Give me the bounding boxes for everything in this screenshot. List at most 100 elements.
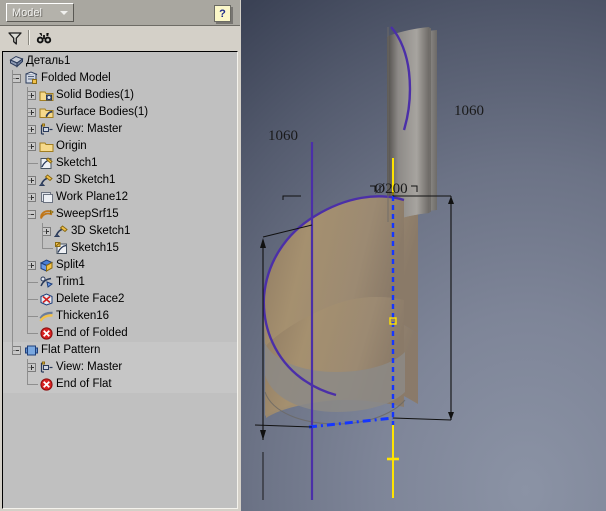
surface-bodies-folder-icon [39, 105, 54, 120]
thicken-icon [39, 309, 54, 324]
tree-connector [42, 248, 53, 249]
tree-item-label: Sketch15 [71, 242, 119, 254]
tree-item-3d-sketch1[interactable]: 3D Sketch1 [3, 223, 237, 240]
tree-connector [42, 231, 46, 232]
tree-connector [27, 299, 38, 300]
tree-connector [27, 180, 31, 181]
folded-model-icon [24, 71, 39, 86]
feature-tree: Деталь1 Folded Model Solid Bodies(1) Surfac… [3, 52, 237, 393]
height-dimension-left-text: 1060 [268, 128, 298, 144]
tree-connector [12, 78, 16, 79]
tree-item-label: Thicken16 [56, 310, 110, 322]
sketch-consumed-icon [54, 241, 69, 256]
tree-item-label: Origin [56, 140, 87, 152]
browser-titlebar: Model ? [0, 0, 240, 26]
tree-item-delete-face2[interactable]: Delete Face2 [3, 291, 237, 308]
tree-item-work-plane12[interactable]: Work Plane12 [3, 189, 237, 206]
toolbar-divider [28, 30, 30, 45]
sketch3d-icon [39, 173, 54, 188]
sweep-surface-icon [39, 207, 54, 222]
tree-item-solid-bodies-1[interactable]: Solid Bodies(1) [3, 87, 237, 104]
dim-right-lower-witness [392, 417, 452, 421]
binoculars-find-icon[interactable] [35, 30, 53, 46]
view-master-icon [39, 360, 54, 375]
tree-item-label: Flat Pattern [41, 344, 101, 356]
end-of-part-icon [39, 377, 54, 392]
height-dimension-right-text: 1060 [454, 103, 484, 119]
tree-item-trim1[interactable]: Trim1 [3, 274, 237, 291]
lower-cylinder-section [259, 255, 261, 295]
tree-item-sweepsrf15[interactable]: SweepSrf15 [3, 206, 237, 223]
tree-item-split4[interactable]: Split4 [3, 257, 237, 274]
tree-item-thicken16[interactable]: Thicken16 [3, 308, 237, 325]
panel-selector-combo[interactable]: Model [6, 3, 74, 22]
tree-connector [27, 129, 31, 130]
3d-viewport[interactable]: Ø200 1060 1060 [241, 0, 606, 511]
end-of-part-icon [39, 326, 54, 341]
browser-toolbar [0, 26, 240, 50]
tree-item-label: End of Folded [56, 327, 128, 339]
feature-tree-scroll-area[interactable]: Деталь1 Folded Model Solid Bodies(1) Surfac… [2, 51, 238, 509]
sketch-icon [39, 156, 54, 171]
tree-connector [27, 112, 31, 113]
part-document-icon [9, 54, 24, 69]
tree-connector [42, 223, 43, 249]
tree-item-label: Split4 [56, 259, 85, 271]
tree-item-label: View: Master [56, 123, 123, 135]
tree-connector [27, 197, 31, 198]
sketch3d-icon [54, 224, 69, 239]
tree-item-flat-pattern[interactable]: Flat Pattern [3, 342, 237, 359]
tree-item-label: 3D Sketch1 [71, 225, 131, 237]
tree-connector [27, 367, 31, 368]
tree-connector [27, 265, 31, 266]
tree-item-label: Solid Bodies(1) [56, 89, 134, 101]
help-button[interactable]: ? [214, 5, 231, 22]
tree-connector [27, 87, 28, 334]
tree-item-label: End of Flat [56, 378, 112, 390]
tree-item-label: Work Plane12 [56, 191, 129, 203]
tree-item-label: Деталь1 [26, 55, 71, 67]
tree-item-end-of-folded[interactable]: End of Folded [3, 325, 237, 342]
delete-face-icon [39, 292, 54, 307]
tree-item-origin[interactable]: Origin [3, 138, 237, 155]
work-plane-icon [39, 190, 54, 205]
tree-item-folded-model[interactable]: Folded Model [3, 70, 237, 87]
application-window: Model ? Деталь1 Folded Model Solid Bodie… [0, 0, 606, 511]
tree-connector [27, 282, 38, 283]
tree-item-label: Trim1 [56, 276, 85, 288]
tree-item-деталь1[interactable]: Деталь1 [3, 53, 237, 70]
tree-connector [27, 146, 31, 147]
tree-connector [12, 70, 13, 351]
tree-item-label: Folded Model [41, 72, 111, 84]
dim-diameter-bracket-left [282, 195, 301, 200]
tree-connector [27, 95, 31, 96]
tree-item-label: Delete Face2 [56, 293, 125, 305]
tree-item-3d-sketch1[interactable]: 3D Sketch1 [3, 172, 237, 189]
tree-item-label: Sketch1 [56, 157, 98, 169]
tree-connector [27, 214, 31, 215]
tree-item-label: View: Master [56, 361, 123, 373]
tree-connector [27, 384, 38, 385]
tree-item-surface-bodies-1[interactable]: Surface Bodies(1) [3, 104, 237, 121]
filter-funnel-icon[interactable] [6, 30, 24, 46]
tree-connector [12, 350, 16, 351]
tree-connector [27, 333, 38, 334]
tree-item-end-of-flat[interactable]: End of Flat [3, 376, 237, 393]
question-mark-icon: ? [219, 7, 226, 20]
solid-bodies-folder-icon [39, 88, 54, 103]
tree-item-label: 3D Sketch1 [56, 174, 116, 186]
tree-item-label: Surface Bodies(1) [56, 106, 149, 118]
view-master-icon [39, 122, 54, 137]
origin-folder-icon [39, 139, 54, 154]
tree-item-label: SweepSrf15 [56, 208, 119, 220]
3d-model-graphics: Ø200 1060 1060 [254, 26, 484, 500]
tree-item-view-master[interactable]: View: Master [3, 121, 237, 138]
tree-item-sketch1[interactable]: Sketch1 [3, 155, 237, 172]
tree-connector [27, 316, 38, 317]
tree-item-sketch15[interactable]: Sketch15 [3, 240, 237, 257]
tree-item-view-master[interactable]: View: Master [3, 359, 237, 376]
tree-connector [27, 163, 38, 164]
split-icon [39, 258, 54, 273]
trim-surface-icon [39, 275, 54, 290]
flat-pattern-icon [24, 343, 39, 358]
